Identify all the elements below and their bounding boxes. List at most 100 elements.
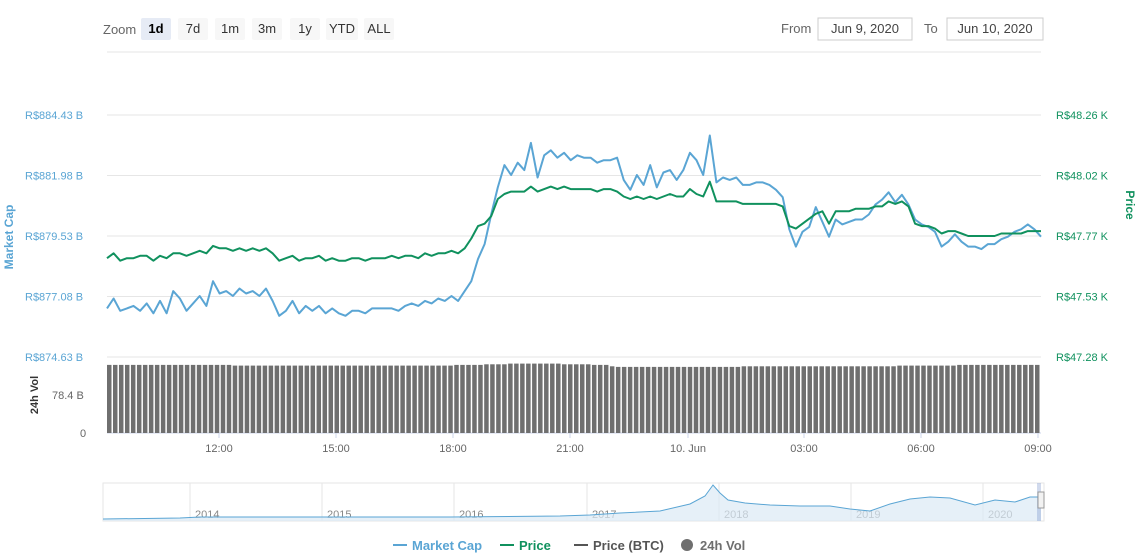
volume-bar <box>208 364 214 433</box>
zoom-button-ytd[interactable]: YTD <box>326 18 358 40</box>
volume-bar <box>903 365 908 433</box>
volume-axis-title: 24h Vol <box>29 376 41 414</box>
legend-item-price[interactable]: Price <box>500 538 551 553</box>
legend-label: Market Cap <box>412 538 482 553</box>
x-tick-label: 10. Jun <box>670 443 706 455</box>
zoom-range-selector: 1d 7d 1m 3m 1y YTD ALL <box>141 18 394 40</box>
volume-bar <box>478 364 483 433</box>
legend-item-market-cap[interactable]: Market Cap <box>393 538 482 553</box>
volume-bar <box>645 366 651 433</box>
zoom-button-all[interactable]: ALL <box>364 18 394 40</box>
volume-bar <box>112 364 118 433</box>
volume-bar <box>657 366 663 433</box>
volume-bar <box>603 364 609 433</box>
volume-bar <box>963 364 968 433</box>
to-date-input[interactable]: Jun 10, 2020 <box>946 17 1044 41</box>
volume-bar <box>184 364 190 433</box>
legend-label: 24h Vol <box>700 538 745 553</box>
volume-bar <box>550 363 555 433</box>
volume-bar <box>1035 364 1040 433</box>
volume-bar <box>639 366 645 433</box>
zoom-button-1m[interactable]: 1m <box>215 18 245 40</box>
volume-bar <box>226 364 232 433</box>
volume-bar <box>1005 364 1010 433</box>
zoom-button-1y[interactable]: 1y <box>290 18 320 40</box>
volume-bar <box>837 366 842 433</box>
volume-bar <box>627 366 633 433</box>
volume-bar <box>993 364 998 433</box>
volume-bar <box>508 363 513 433</box>
volume-bar <box>364 365 369 433</box>
volume-bar <box>591 364 597 433</box>
volume-bar <box>136 364 142 433</box>
market-chart: Zoom 1d 7d 1m 3m 1y YTD ALL From Jun 9, 2020 T… <box>2 17 1137 553</box>
zoom-label: Zoom <box>103 22 136 37</box>
volume-bar <box>789 366 795 433</box>
volume-bar <box>597 364 603 433</box>
series-line-market-cap <box>106 134 1042 317</box>
legend-label: Price <box>519 538 551 553</box>
y-left-tick-label: R$877.08 B <box>25 292 83 304</box>
volume-bar <box>681 366 687 433</box>
volume-bar <box>574 364 579 433</box>
volume-bar <box>753 366 759 433</box>
volume-bar <box>244 365 250 433</box>
volume-bar <box>957 364 962 433</box>
volume-bar <box>406 365 411 433</box>
y-left-tick-label: R$874.63 B <box>25 352 83 364</box>
series-line-price <box>106 180 1041 262</box>
volume-bar <box>484 364 489 433</box>
y-right-tick-label: R$47.53 K <box>1056 292 1109 304</box>
volume-bar <box>861 366 866 433</box>
volume-bar <box>873 366 878 433</box>
zoom-button-1d[interactable]: 1d <box>141 18 171 40</box>
volume-bar <box>807 366 812 433</box>
volume-bar <box>939 365 944 433</box>
legend-item-24h-vol[interactable]: 24h Vol <box>681 538 745 553</box>
x-tick-label: 18:00 <box>439 443 467 455</box>
volume-bar <box>490 364 495 433</box>
volume-bar <box>999 364 1004 433</box>
volume-bar <box>118 364 124 433</box>
zoom-button-label: 1y <box>298 21 312 36</box>
volume-bar <box>771 366 777 433</box>
volume-bar <box>532 363 537 433</box>
volume-bar <box>921 365 926 433</box>
volume-bar <box>328 365 334 433</box>
zoom-button-3m[interactable]: 3m <box>252 18 282 40</box>
volume-bar <box>154 364 160 433</box>
volume-bar <box>178 364 184 433</box>
volume-bar <box>915 365 920 433</box>
volume-bar <box>388 365 393 433</box>
volume-bar <box>166 364 172 433</box>
legend-symbol <box>681 539 693 551</box>
x-tick-label: 21:00 <box>556 443 584 455</box>
navigator[interactable]: 2014201520162017201820192020 <box>102 482 1045 522</box>
volume-bar <box>879 366 884 433</box>
y-right-tick-label: R$48.26 K <box>1056 110 1109 122</box>
volume-bar <box>669 366 675 433</box>
volume-bar <box>310 365 316 433</box>
y-right-tick-label: R$47.77 K <box>1056 231 1109 243</box>
x-tick-label: 06:00 <box>907 443 935 455</box>
navigator-handle[interactable] <box>1037 491 1045 509</box>
volume-bar <box>568 364 573 433</box>
volume-bar <box>705 366 711 433</box>
volume-bar <box>376 365 381 433</box>
volume-bar <box>909 365 914 433</box>
y-axis-right: R$48.26 K R$48.02 K R$47.77 K R$47.53 K R$47… <box>1056 110 1109 364</box>
volume-bar <box>238 365 244 433</box>
volume-bar <box>346 365 351 433</box>
x-tick-label: 12:00 <box>205 443 233 455</box>
volume-bar <box>370 365 375 433</box>
volume-bar <box>711 366 717 433</box>
from-date-input[interactable]: Jun 9, 2020 <box>817 17 913 41</box>
volume-bar <box>298 365 304 433</box>
zoom-button-7d[interactable]: 7d <box>178 18 208 40</box>
from-date-value: Jun 9, 2020 <box>831 21 899 36</box>
volume-bar <box>256 365 262 433</box>
y-right-tick-label: R$47.28 K <box>1056 352 1109 364</box>
zoom-button-label: YTD <box>329 21 355 36</box>
legend-item-price-btc-[interactable]: Price (BTC) <box>574 538 664 553</box>
from-label: From <box>781 21 811 36</box>
